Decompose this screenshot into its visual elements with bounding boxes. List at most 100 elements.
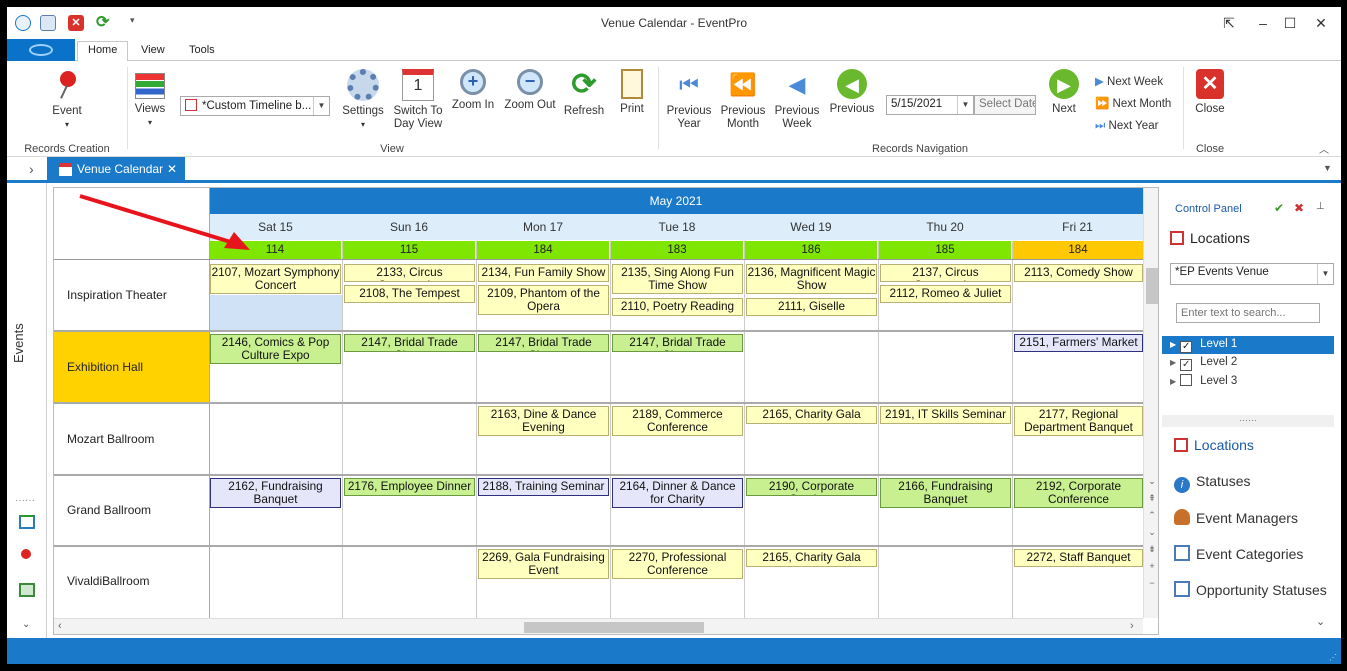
settings-button[interactable]: Settings ▾ xyxy=(341,69,385,131)
sidebar-label-events[interactable]: Events xyxy=(11,303,26,363)
previous-week-button[interactable]: ◀ Previous Week xyxy=(773,69,821,131)
resize-grip-icon[interactable]: ⋰ xyxy=(1329,653,1337,662)
level-2-checkbox[interactable]: ✓ xyxy=(1180,359,1193,371)
event-block[interactable]: 2137, Circus Spectacular xyxy=(880,264,1011,282)
previous-month-button[interactable]: ⏪ Previous Month xyxy=(719,69,767,131)
tab-view[interactable]: View xyxy=(131,42,175,58)
zoom-in-button[interactable]: + Zoom In xyxy=(449,69,497,112)
level-row-1[interactable]: ▶ ✓ Level 1 xyxy=(1162,336,1334,354)
event-block[interactable]: 2147, Bridal Trade Show xyxy=(478,334,609,352)
event-block[interactable]: 2269, Gala Fundraising Event xyxy=(478,549,609,579)
minimize-button[interactable]: – xyxy=(1253,13,1273,33)
pushpin-small-icon[interactable] xyxy=(21,549,31,559)
event-block[interactable]: 2147, Bridal Trade Show xyxy=(344,334,475,352)
panel-link-opportunity-statuses[interactable]: Opportunity Statuses xyxy=(1174,581,1327,598)
close-tab-icon[interactable]: ✕ xyxy=(167,162,177,176)
tab-tools[interactable]: Tools xyxy=(179,42,225,58)
event-block[interactable]: 2108, The Tempest xyxy=(344,285,475,303)
pin-panel-icon[interactable]: ⊥ xyxy=(1316,201,1325,212)
tab-venue-calendar[interactable]: Venue Calendar ✕ xyxy=(47,157,185,183)
views-button[interactable]: Views ▾ xyxy=(133,69,167,129)
event-block[interactable]: 2112, Romeo & Juliet xyxy=(880,285,1011,303)
event-block[interactable]: 2135, Sing Along Fun Time Show xyxy=(612,264,743,294)
tab-list-dropdown-icon[interactable]: ▼ xyxy=(1323,163,1332,173)
vertical-scroll-thumb[interactable] xyxy=(1146,268,1158,304)
check-all-icon[interactable]: ✔ xyxy=(1274,201,1284,215)
left-sidebar: Events ······ ⌄ xyxy=(7,183,47,638)
event-block[interactable]: 2111, Giselle xyxy=(746,298,877,316)
panel-link-statuses[interactable]: i Statuses xyxy=(1174,473,1250,493)
list-icon[interactable] xyxy=(19,583,35,597)
event-block[interactable]: 2146, Comics & Pop Culture Expo xyxy=(210,334,341,364)
restore-ribbon-icon[interactable]: ⇱ xyxy=(1219,13,1239,33)
refresh-button[interactable]: ⟳ Refresh xyxy=(561,69,607,118)
event-block[interactable]: 2166, Fundraising Banquet xyxy=(880,478,1011,508)
event-block[interactable]: 2164, Dinner & Dance for Charity xyxy=(612,478,743,508)
next-week-button[interactable]: ▶ Next Week xyxy=(1095,76,1163,89)
event-block[interactable]: 2165, Charity Gala xyxy=(746,549,877,567)
previous-year-button[interactable]: ⏮ Previous Year xyxy=(665,69,713,131)
event-block[interactable]: 2176, Employee Dinner xyxy=(344,478,475,496)
level-row-3[interactable]: ▶ Level 3 xyxy=(1162,372,1334,390)
next-month-button[interactable]: ⏩ Next Month xyxy=(1095,98,1171,111)
panel-splitter[interactable]: ······ xyxy=(1162,415,1334,427)
event-block[interactable]: 2147, Bridal Trade Show xyxy=(612,334,743,352)
maximize-button[interactable]: ☐ xyxy=(1280,13,1300,33)
chevron-down-icon[interactable]: ⌄ xyxy=(1316,615,1325,628)
horizontal-scrollbar[interactable]: ‹ › xyxy=(54,618,1143,634)
scroll-controls: ⌄ ⇞ ⌃ ⌄ ⇟ + − xyxy=(1148,476,1156,588)
event-block[interactable]: 2162, Fundraising Banquet xyxy=(210,478,341,508)
event-block[interactable]: 2133, Circus Spectacular xyxy=(344,264,475,282)
event-block[interactable]: 2107, Mozart Symphony Concert xyxy=(210,264,341,294)
event-block[interactable]: 2191, IT Skills Seminar xyxy=(880,406,1011,424)
scroll-right-icon[interactable]: › xyxy=(1130,620,1134,632)
location-search-input[interactable] xyxy=(1176,303,1320,323)
event-block[interactable]: 2136, Magnificent Magic Show xyxy=(746,264,877,294)
venue-select[interactable]: *EP Events Venue ▼ xyxy=(1170,263,1334,285)
selected-cell[interactable] xyxy=(210,295,342,330)
event-block[interactable]: 2109, Phantom of the Opera xyxy=(478,285,609,315)
switch-to-day-view-button[interactable]: 1 Switch To Day View xyxy=(391,69,445,131)
event-block[interactable]: 2189, Commerce Conference xyxy=(612,406,743,436)
panel-link-event-managers[interactable]: Event Managers xyxy=(1174,509,1298,526)
event-button[interactable]: Event ▾ xyxy=(45,69,89,131)
tab-home[interactable]: Home xyxy=(77,41,129,62)
chevron-down-icon[interactable]: ⌄ xyxy=(22,619,30,630)
level-3-checkbox[interactable] xyxy=(1180,374,1193,386)
zoom-out-button[interactable]: − Zoom Out xyxy=(503,69,557,112)
panel-link-locations[interactable]: Locations xyxy=(1174,437,1254,453)
expand-sidebar-icon[interactable]: › xyxy=(29,161,34,177)
select-date-button[interactable]: Select Date xyxy=(974,95,1036,115)
home-icon[interactable] xyxy=(19,515,35,529)
vertical-scrollbar[interactable]: ⌄ ⇞ ⌃ ⌄ ⇟ + − xyxy=(1143,188,1158,618)
level-1-checkbox[interactable]: ✓ xyxy=(1180,341,1193,353)
event-block[interactable]: 2177, Regional Department Banquet xyxy=(1014,406,1143,436)
close-window-button[interactable]: ✕ xyxy=(1311,13,1331,33)
collapse-ribbon-icon[interactable]: ︿ xyxy=(1319,141,1329,156)
date-input[interactable]: 5/15/2021 ▼ xyxy=(886,95,974,115)
event-block[interactable]: 2113, Comedy Show xyxy=(1014,264,1143,282)
event-block[interactable]: 2272, Staff Banquet xyxy=(1014,549,1143,567)
horizontal-scroll-thumb[interactable] xyxy=(524,622,704,633)
level-row-2[interactable]: ▶ ✓ Level 2 xyxy=(1162,354,1334,372)
previous-button[interactable]: ◀ Previous xyxy=(827,69,877,116)
close-button[interactable]: ✕ Close xyxy=(1191,69,1229,116)
event-block[interactable]: 2110, Poetry Reading xyxy=(612,298,743,316)
file-menu-button[interactable] xyxy=(7,39,75,61)
event-block[interactable]: 2192, Corporate Conference xyxy=(1014,478,1143,508)
event-block[interactable]: 2163, Dine & Dance Evening xyxy=(478,406,609,436)
event-block[interactable]: 2134, Fun Family Show xyxy=(478,264,609,282)
next-button[interactable]: ▶ Next xyxy=(1045,69,1083,116)
event-block[interactable]: 2165, Charity Gala xyxy=(746,406,877,424)
view-layout-select[interactable]: *Custom Timeline b... ▼ xyxy=(180,96,330,116)
scroll-left-icon[interactable]: ‹ xyxy=(58,620,62,632)
uncheck-all-icon[interactable]: ✖ xyxy=(1294,201,1304,215)
control-panel-title: Control Panel xyxy=(1175,203,1242,215)
print-button[interactable]: Print xyxy=(613,69,651,116)
event-block[interactable]: 2190, Corporate Seminar xyxy=(746,478,877,496)
event-block[interactable]: 2188, Training Seminar xyxy=(478,478,609,496)
event-block[interactable]: 2151, Farmers' Market xyxy=(1014,334,1143,352)
next-year-button[interactable]: ⏭ Next Year xyxy=(1095,120,1158,133)
event-block[interactable]: 2270, Professional Conference xyxy=(612,549,743,579)
panel-link-event-categories[interactable]: Event Categories xyxy=(1174,545,1303,562)
